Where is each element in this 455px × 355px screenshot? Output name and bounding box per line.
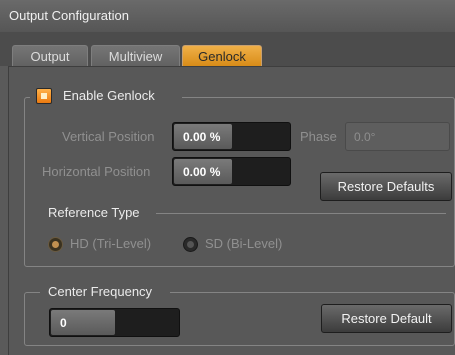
- vertical-position-value: 0.00 %: [183, 130, 221, 144]
- sd-bi-level-radio[interactable]: [183, 237, 198, 252]
- horizontal-position-field[interactable]: 0.00 %: [172, 157, 291, 186]
- window-title: Output Configuration: [0, 0, 455, 32]
- hd-tri-level-label[interactable]: HD (Tri-Level): [70, 236, 151, 251]
- tab-genlock[interactable]: Genlock: [182, 45, 262, 66]
- phase-field: 0.0°: [345, 122, 450, 151]
- vertical-position-field[interactable]: 0.00 %: [172, 122, 291, 151]
- center-frequency-value: 0: [60, 316, 67, 330]
- reference-type-separator: [156, 213, 446, 214]
- vertical-position-label: Vertical Position: [62, 129, 155, 144]
- phase-value: 0.0°: [354, 130, 376, 144]
- center-frequency-label: Center Frequency: [48, 284, 153, 299]
- tab-output[interactable]: Output: [12, 45, 88, 66]
- restore-default-button[interactable]: Restore Default: [321, 304, 452, 333]
- horizontal-position-value: 0.00 %: [183, 165, 221, 179]
- tab-multiview[interactable]: Multiview: [91, 45, 180, 66]
- enable-genlock-label[interactable]: Enable Genlock: [63, 88, 155, 103]
- center-frequency-field[interactable]: 0: [49, 308, 180, 337]
- hd-tri-level-radio[interactable]: [48, 237, 63, 252]
- reference-type-label: Reference Type: [48, 205, 140, 220]
- phase-label: Phase: [300, 129, 337, 144]
- enable-genlock-checkbox[interactable]: [36, 88, 52, 104]
- sd-bi-level-label[interactable]: SD (Bi-Level): [205, 236, 282, 251]
- restore-defaults-button[interactable]: Restore Defaults: [320, 172, 452, 201]
- horizontal-position-label: Horizontal Position: [42, 164, 151, 179]
